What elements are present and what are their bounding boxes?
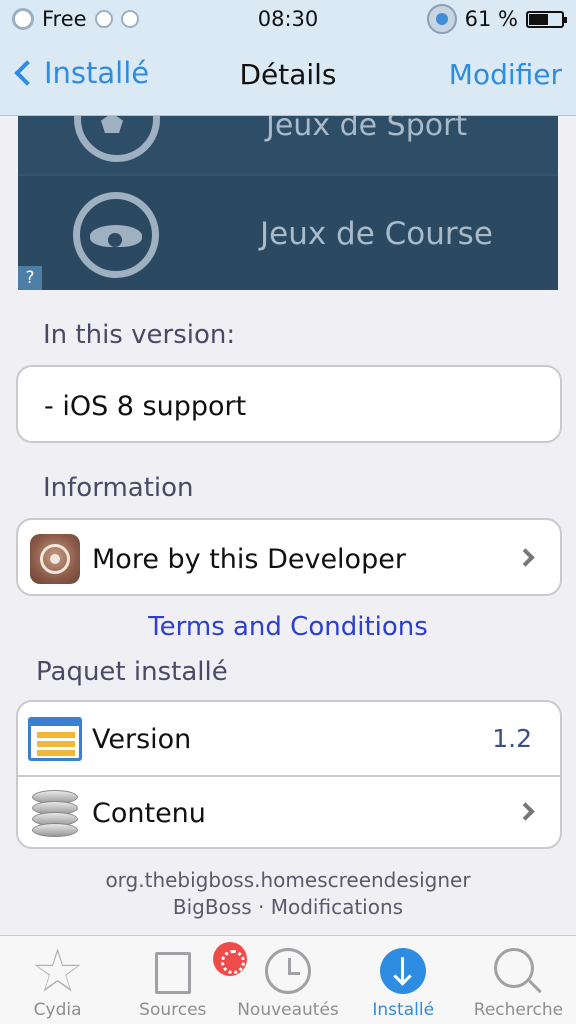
- screenshot-label-sport: Jeux de Sport: [266, 116, 468, 143]
- version-notes-text: - iOS 8 support: [44, 391, 247, 422]
- tab-installed[interactable]: Installé: [346, 936, 461, 1024]
- tab-label: Sources: [139, 1000, 207, 1020]
- location-icon: [426, 4, 457, 34]
- information-title: Information: [43, 473, 194, 503]
- version-row: Version 1.2: [18, 714, 560, 764]
- chevron-right-icon: [516, 548, 535, 567]
- navigation-bar: Installé Détails Modifier: [0, 38, 576, 116]
- tab-changes[interactable]: Nouveautés: [230, 936, 345, 1024]
- tab-bar: Cydia Sources Nouveautés Installé Recher…: [0, 935, 576, 1024]
- battery-level-fill: [529, 13, 549, 25]
- package-identifier: org.thebigboss.homescreendesigner: [105, 868, 471, 892]
- tab-search[interactable]: Recherche: [461, 936, 576, 1024]
- activity-icon: [120, 10, 139, 28]
- more-by-developer-row[interactable]: More by this Developer: [16, 518, 562, 596]
- terms-and-conditions-link[interactable]: Terms and Conditions: [0, 612, 576, 642]
- installed-package-card: Version 1.2 Contenu: [16, 700, 562, 849]
- modify-button[interactable]: Modifier: [449, 58, 562, 91]
- version-label: Version: [92, 724, 192, 755]
- version-notes-title: In this version:: [43, 320, 236, 350]
- contents-label: Contenu: [92, 798, 206, 829]
- star-icon: [34, 948, 81, 992]
- version-value: 1.2: [492, 724, 532, 753]
- package-source-section: BigBoss · Modifications: [172, 895, 404, 919]
- tab-cydia[interactable]: Cydia: [0, 936, 115, 1024]
- search-icon: [493, 948, 534, 988]
- clock-icon: [265, 948, 311, 994]
- signal-ring-icon: [12, 8, 34, 30]
- battery-icon: [526, 10, 567, 28]
- download-icon: [380, 948, 427, 994]
- help-icon[interactable]: ?: [18, 266, 42, 290]
- installed-package-title: Paquet installé: [36, 657, 228, 687]
- more-by-developer-label: More by this Developer: [92, 544, 406, 575]
- tab-label: Recherche: [473, 1000, 564, 1020]
- screenshot-row-sport: Jeux de Sport: [18, 116, 558, 176]
- tab-label: Cydia: [33, 1000, 82, 1020]
- database-icon: [30, 788, 80, 838]
- status-right: 61 %: [364, 4, 567, 34]
- battery-percent: 61 %: [464, 7, 518, 31]
- tab-sources[interactable]: Sources: [115, 936, 248, 1024]
- status-time: 08:30: [257, 7, 319, 31]
- status-left: Free: [12, 7, 212, 31]
- carrier-label: Free: [42, 7, 87, 31]
- package-screenshot[interactable]: Jeux de Sport Jeux de Course ?: [18, 116, 558, 290]
- cydia-package-icon: [30, 534, 80, 584]
- soccer-ball-icon: [74, 116, 160, 162]
- status-bar: Free 08:30 61 %: [0, 0, 576, 38]
- row-divider: [18, 775, 560, 777]
- version-notes-card: - iOS 8 support: [16, 365, 562, 443]
- wifi-ring-icon: [94, 10, 113, 28]
- steering-wheel-icon: [73, 192, 159, 278]
- screenshot-label-course: Jeux de Course: [260, 216, 493, 252]
- chevron-right-icon: [516, 802, 535, 821]
- tab-label: Nouveautés: [237, 1000, 339, 1020]
- contents-row[interactable]: Contenu: [18, 788, 560, 838]
- list-icon: [28, 717, 82, 761]
- tab-label: Installé: [372, 1000, 435, 1020]
- sources-icon: [154, 952, 191, 994]
